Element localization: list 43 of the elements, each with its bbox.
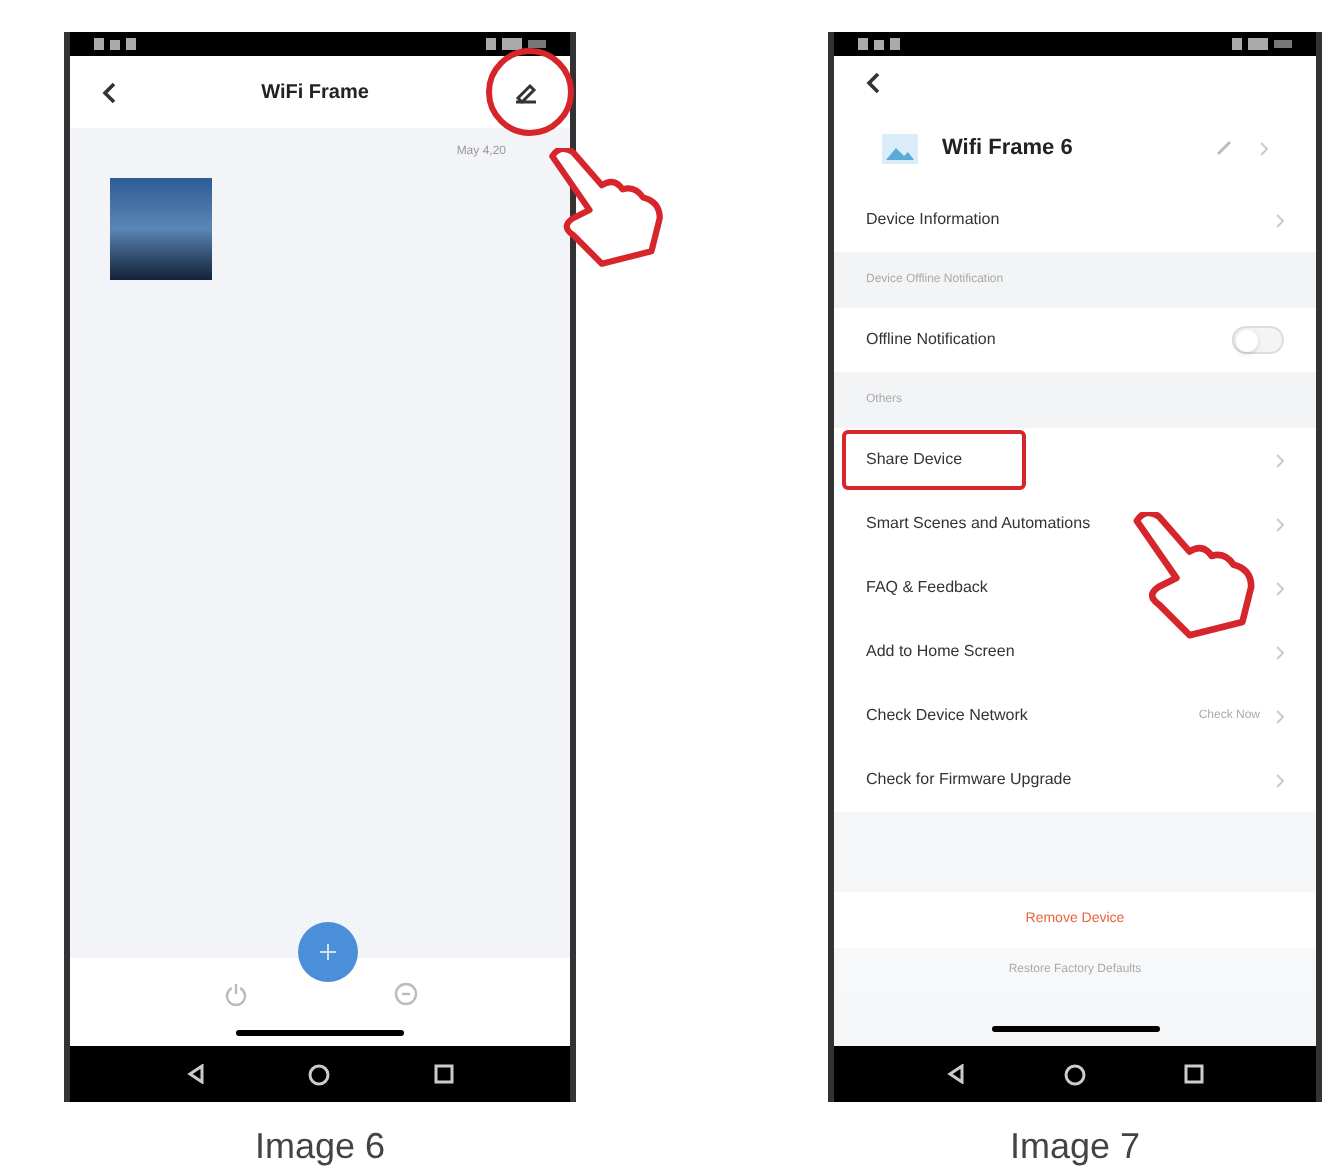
plus-icon xyxy=(320,944,336,960)
settings-row[interactable]: Share Device xyxy=(834,428,1316,492)
chevron-right-icon xyxy=(1276,517,1284,531)
back-icon[interactable] xyxy=(102,81,116,103)
recents-nav-icon[interactable] xyxy=(1183,1064,1204,1084)
image-caption: Image 7 xyxy=(1009,1124,1141,1170)
chevron-right-icon xyxy=(1276,773,1284,787)
back-icon[interactable] xyxy=(866,71,880,93)
settings-row[interactable]: Smart Scenes and Automations xyxy=(834,492,1316,556)
device-name: Wifi Frame 6 xyxy=(942,133,1075,164)
signal-status-icon xyxy=(94,38,138,50)
setting-label: Device Information xyxy=(866,208,1000,232)
battery-status-icon xyxy=(1232,38,1292,50)
settings-row[interactable]: Check for Firmware Upgrade xyxy=(834,748,1316,812)
image-caption: Image 6 xyxy=(254,1124,386,1170)
settings-row[interactable]: Add to Home Screen xyxy=(834,620,1316,684)
home-nav-icon[interactable] xyxy=(308,1063,331,1085)
chevron-right-icon xyxy=(1260,141,1268,155)
signal-status-icon xyxy=(858,38,902,50)
setting-label: Smart Scenes and Automations xyxy=(866,512,1091,536)
setting-label: Check Device Network xyxy=(866,704,1028,728)
toggle-switch[interactable] xyxy=(1232,326,1284,354)
back-nav-icon[interactable] xyxy=(185,1064,206,1084)
setting-label: Check for Firmware Upgrade xyxy=(866,768,1072,792)
add-button[interactable] xyxy=(298,922,358,982)
chevron-right-icon xyxy=(1276,709,1284,723)
chevron-right-icon xyxy=(1276,645,1284,659)
picture-icon xyxy=(882,133,918,163)
setting-label: Share Device xyxy=(866,448,963,472)
setting-label: FAQ & Feedback xyxy=(866,576,988,600)
battery-status-icon xyxy=(486,38,546,50)
setting-label: Offline Notification xyxy=(866,328,996,352)
edit-icon[interactable] xyxy=(514,80,538,104)
settings-row[interactable]: Device Information xyxy=(834,188,1316,252)
chevron-right-icon xyxy=(1276,453,1284,467)
chevron-right-icon xyxy=(1276,213,1284,227)
screen-title: WiFi Frame xyxy=(261,79,369,107)
chevron-right-icon xyxy=(1276,581,1284,595)
setting-label: Add to Home Screen xyxy=(866,640,1015,664)
photo-placeholder xyxy=(110,178,212,280)
home-nav-icon[interactable] xyxy=(1063,1063,1086,1085)
recents-nav-icon[interactable] xyxy=(434,1064,455,1084)
back-nav-icon[interactable] xyxy=(946,1064,967,1084)
